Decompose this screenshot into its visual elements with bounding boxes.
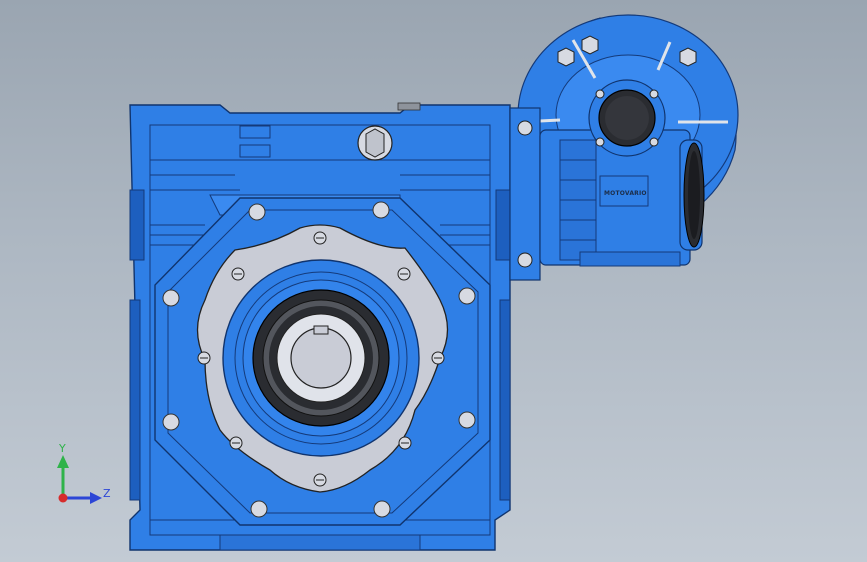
screw-icon	[197, 351, 211, 365]
screw-icon	[431, 351, 445, 365]
bolt-icon	[162, 413, 180, 431]
hex-bolt-icon	[679, 47, 697, 67]
bolt-icon	[372, 201, 390, 219]
bolt-icon	[458, 287, 476, 305]
x-axis-origin-icon	[58, 493, 68, 503]
screw-icon	[229, 436, 243, 450]
bolt-icon	[162, 289, 180, 307]
axis-triad: Y Z	[57, 442, 111, 504]
bolt-icon	[248, 203, 266, 221]
bolt-icon	[517, 252, 533, 268]
y-axis-label: Y	[58, 442, 66, 455]
cad-viewport[interactable]: MOTOVARIO Y Z	[0, 0, 867, 562]
screw-icon	[313, 231, 327, 245]
bolt-icon	[458, 411, 476, 429]
output-bore	[290, 327, 352, 389]
screw-icon	[649, 89, 659, 99]
hex-plug-icon	[365, 128, 385, 158]
z-axis-label: Z	[103, 487, 111, 500]
screw-icon	[398, 436, 412, 450]
bolt-icon	[517, 120, 533, 136]
bolt-icon	[373, 500, 391, 518]
screw-icon	[231, 267, 245, 281]
hex-bolt-icon	[581, 35, 599, 55]
y-arrow-icon	[57, 455, 69, 468]
screw-icon	[397, 267, 411, 281]
screw-icon	[649, 137, 659, 147]
screw-icon	[313, 473, 327, 487]
bolt-icon	[250, 500, 268, 518]
z-arrow-icon	[90, 492, 102, 504]
screw-icon	[595, 89, 605, 99]
keyway	[313, 325, 329, 335]
hex-bolt-icon	[557, 47, 575, 67]
brand-label: MOTOVARIO	[604, 190, 647, 197]
model-canvas[interactable]: MOTOVARIO Y Z	[0, 0, 867, 562]
screw-icon	[595, 137, 605, 147]
